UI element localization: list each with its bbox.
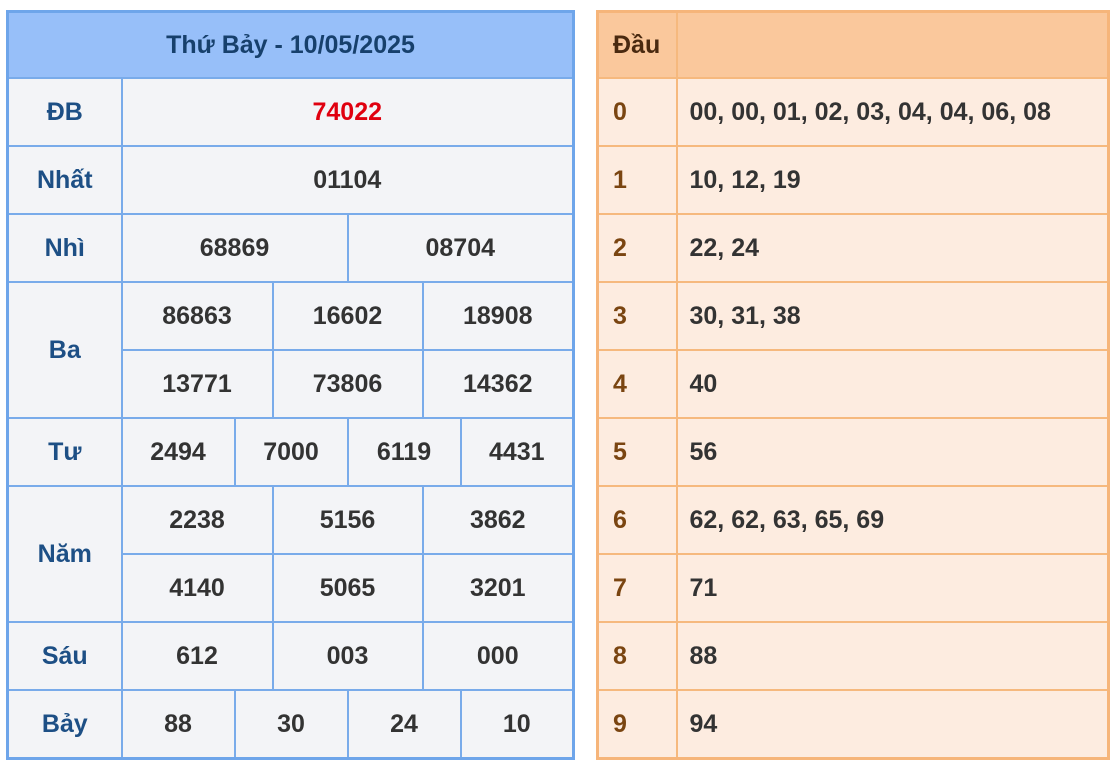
prize-value: 68869 — [120, 213, 349, 283]
dau-row: 3 30, 31, 38 — [596, 281, 1110, 351]
prize-value: 3862 — [421, 485, 575, 555]
dau-values: 22, 24 — [675, 213, 1110, 283]
prize-value: 01104 — [120, 145, 575, 215]
dau-row: 5 56 — [596, 417, 1110, 487]
special-prize-value: 74022 — [120, 77, 575, 147]
dau-row: 1 10, 12, 19 — [596, 145, 1110, 215]
dau-header-row: Đầu — [596, 10, 1110, 79]
prize-value: 30 — [233, 689, 349, 760]
prize-value: 13771 — [120, 349, 274, 419]
prize-row-sau: Sáu 612 003 000 — [6, 621, 575, 691]
prize-label-nhi: Nhì — [6, 213, 123, 283]
dau-values: 62, 62, 63, 65, 69 — [675, 485, 1110, 555]
prize-row-nam: Năm 2238 5156 3862 — [6, 485, 575, 623]
prize-row-ba: Ba 86863 16602 18908 — [6, 281, 575, 419]
prize-value: 86863 — [120, 281, 274, 351]
prize-value: 24 — [346, 689, 462, 760]
prize-row-tu: Tư 2494 7000 6119 4431 — [6, 417, 575, 487]
prize-value: 2494 — [120, 417, 236, 487]
dau-values: 40 — [675, 349, 1110, 419]
prize-value: 5065 — [271, 553, 424, 623]
dau-digit: 2 — [596, 213, 678, 283]
dau-values: 10, 12, 19 — [675, 145, 1110, 215]
prize-value: 08704 — [346, 213, 575, 283]
prize-value: 4140 — [120, 553, 274, 623]
prize-label-sau: Sáu — [6, 621, 123, 691]
results-table: Thứ Bảy - 10/05/2025 ĐB 74022 Nhất 01104… — [6, 10, 576, 760]
prize-value: 10 — [459, 689, 575, 760]
dau-digit: 0 — [596, 77, 678, 147]
prize-label-ba: Ba — [6, 281, 123, 419]
dau-row: 2 22, 24 — [596, 213, 1110, 283]
dau-digit: 8 — [596, 621, 678, 691]
prize-label-tu: Tư — [6, 417, 123, 487]
prize-label-nam: Năm — [6, 485, 123, 623]
dau-values: 56 — [675, 417, 1110, 487]
dau-row: 8 88 — [596, 621, 1110, 691]
prize-row-nhi: Nhì 68869 08704 — [6, 213, 575, 283]
dau-digit: 1 — [596, 145, 678, 215]
prize-value: 7000 — [233, 417, 349, 487]
dau-header-empty — [675, 10, 1110, 79]
dau-digit: 3 — [596, 281, 678, 351]
dau-values: 30, 31, 38 — [675, 281, 1110, 351]
prize-row-nhat: Nhất 01104 — [6, 145, 575, 215]
dau-header-label: Đầu — [596, 10, 678, 79]
dau-values: 94 — [675, 689, 1110, 760]
prize-label-db: ĐB — [6, 77, 123, 147]
dau-row: 6 62, 62, 63, 65, 69 — [596, 485, 1110, 555]
dau-values: 71 — [675, 553, 1110, 623]
prize-row-bay: Bảy 88 30 24 10 — [6, 689, 575, 760]
prize-value: 5156 — [271, 485, 424, 555]
prize-value: 4431 — [459, 417, 575, 487]
dau-row: 9 94 — [596, 689, 1110, 760]
dau-digit: 4 — [596, 349, 678, 419]
prize-label-nhat: Nhất — [6, 145, 123, 215]
dau-table: Đầu 0 00, 00, 01, 02, 03, 04, 04, 06, 08… — [596, 10, 1110, 760]
dau-values: 88 — [675, 621, 1110, 691]
dau-digit: 7 — [596, 553, 678, 623]
prize-value: 18908 — [421, 281, 575, 351]
prize-value: 612 — [120, 621, 274, 691]
prize-value: 6119 — [346, 417, 462, 487]
dau-digit: 9 — [596, 689, 678, 760]
prize-value: 2238 — [120, 485, 274, 555]
prize-value: 14362 — [421, 349, 575, 419]
dau-row: 4 40 — [596, 349, 1110, 419]
prize-value: 000 — [421, 621, 575, 691]
dau-values: 00, 00, 01, 02, 03, 04, 04, 06, 08 — [675, 77, 1110, 147]
prize-value: 16602 — [271, 281, 424, 351]
results-title: Thứ Bảy - 10/05/2025 — [6, 10, 575, 79]
prize-value: 3201 — [421, 553, 575, 623]
prize-row-db: ĐB 74022 — [6, 77, 575, 147]
dau-digit: 5 — [596, 417, 678, 487]
dau-row: 7 71 — [596, 553, 1110, 623]
prize-value: 73806 — [271, 349, 424, 419]
prize-label-bay: Bảy — [6, 689, 123, 760]
dau-row: 0 00, 00, 01, 02, 03, 04, 04, 06, 08 — [596, 77, 1110, 147]
prize-value: 88 — [120, 689, 236, 760]
dau-digit: 6 — [596, 485, 678, 555]
prize-value: 003 — [271, 621, 424, 691]
